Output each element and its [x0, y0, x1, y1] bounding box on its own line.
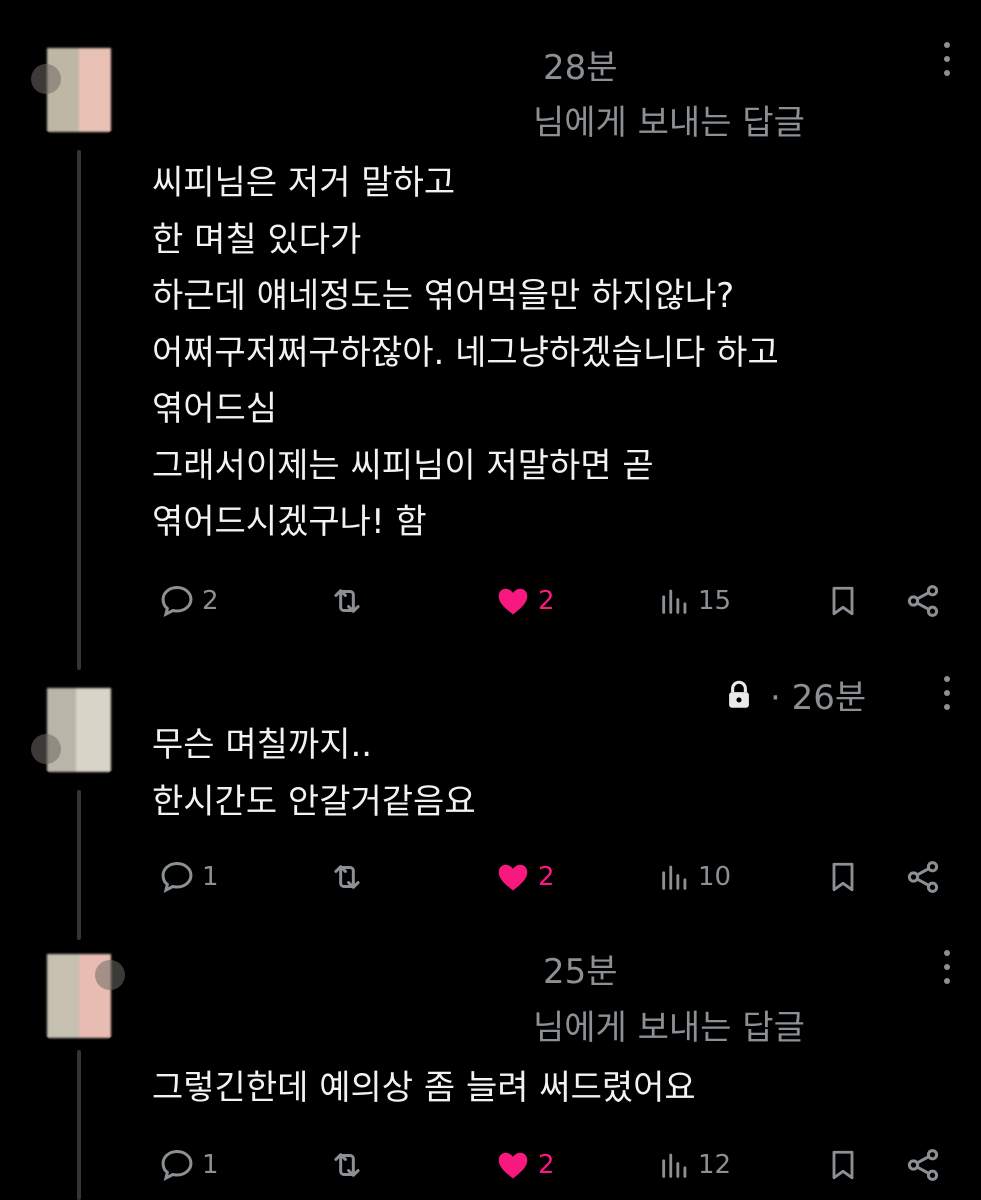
- tweet-meta: · 26분: [722, 670, 866, 719]
- tweet-time[interactable]: 28분: [543, 40, 618, 89]
- bar-chart-icon: [662, 589, 687, 614]
- retweet-button[interactable]: [328, 576, 366, 626]
- text-line: 어쩌구저쩌구하잖아. 네그냥하겠습니다 하고: [152, 332, 779, 373]
- like-button[interactable]: 2: [494, 1140, 555, 1190]
- tweet-text: 무슨 며칠까지.. 한시간도 안갈거같음요: [152, 717, 476, 830]
- view-count: 10: [698, 862, 732, 892]
- retweet-icon: [334, 1153, 360, 1177]
- tweet-actions: 1 2 10: [0, 852, 981, 902]
- heart-icon: [498, 1152, 528, 1179]
- view-count: 15: [698, 586, 732, 616]
- reply-tweet[interactable]: 25분 님에게 보내는 답글 그렇긴한데 예의상 좀 늘려 써드렸어요 1 2 …: [0, 920, 981, 1200]
- avatar[interactable]: [25, 940, 133, 1048]
- views-button[interactable]: 15: [658, 576, 731, 626]
- bookmark-icon: [832, 862, 854, 892]
- tweet-actions: 2 2 15: [0, 576, 981, 626]
- more-vertical-icon[interactable]: [942, 950, 952, 984]
- like-count: 2: [538, 586, 555, 616]
- share-button[interactable]: [904, 1140, 942, 1190]
- bookmark-button[interactable]: [825, 576, 861, 626]
- tweet-time[interactable]: · 26분: [770, 670, 866, 719]
- share-icon: [907, 585, 939, 617]
- bookmark-icon: [832, 1150, 854, 1180]
- avatar[interactable]: [25, 34, 133, 142]
- tweet-time[interactable]: 25분: [543, 944, 618, 993]
- text-line: 한시간도 안갈거같음요: [152, 781, 476, 822]
- view-count: 12: [698, 1150, 732, 1180]
- text-line: 그래서이제는 씨피님이 저말하면 곧: [152, 445, 654, 486]
- bar-chart-icon: [662, 865, 687, 890]
- views-button[interactable]: 10: [658, 852, 731, 902]
- like-count: 2: [538, 1150, 555, 1180]
- bookmark-button[interactable]: [825, 852, 861, 902]
- bookmark-button[interactable]: [825, 1140, 861, 1190]
- reply-button[interactable]: 1: [158, 852, 219, 902]
- retweet-icon: [334, 589, 360, 613]
- heart-icon: [498, 588, 528, 615]
- reply-button[interactable]: 2: [158, 576, 219, 626]
- share-icon: [907, 861, 939, 893]
- more-vertical-icon[interactable]: [942, 42, 952, 76]
- like-button[interactable]: 2: [494, 576, 555, 626]
- text-line: 하근데 얘네정도는 엮어먹을만 하지않나?: [152, 276, 735, 316]
- tweet-text: 그렇긴한데 예의상 좀 늘려 써드렸어요: [152, 1060, 696, 1117]
- bar-chart-icon: [662, 1153, 687, 1178]
- reply-count: 2: [202, 586, 219, 616]
- retweet-button[interactable]: [328, 852, 366, 902]
- text-line: 그렇긴한데 예의상 좀 늘려 써드렸어요: [152, 1068, 696, 1108]
- share-icon: [907, 1149, 939, 1181]
- tweet-actions: 1 2 12: [0, 1140, 981, 1190]
- text-line: 엮어드시겠구나! 함: [152, 502, 427, 542]
- heart-icon: [498, 864, 528, 891]
- share-button[interactable]: [904, 852, 942, 902]
- reply-count: 1: [202, 862, 219, 892]
- reply-button[interactable]: 1: [158, 1140, 219, 1190]
- reply-to-label[interactable]: 님에게 보내는 답글: [533, 95, 805, 144]
- text-line: 씨피님은 저거 말하고: [152, 163, 456, 203]
- speech-bubble-icon: [161, 862, 193, 894]
- share-button[interactable]: [904, 576, 942, 626]
- views-button[interactable]: 12: [658, 1140, 731, 1190]
- text-line: 한 며칠 있다가: [152, 219, 362, 260]
- text-line: 무슨 며칠까지..: [152, 725, 373, 765]
- reply-tweet[interactable]: · 26분 무슨 며칠까지.. 한시간도 안갈거같음요 1 2 10: [0, 650, 981, 940]
- retweet-icon: [334, 865, 360, 889]
- speech-bubble-icon: [161, 1150, 193, 1182]
- bookmark-icon: [832, 586, 854, 616]
- like-count: 2: [538, 862, 555, 892]
- reply-tweet[interactable]: 28분 님에게 보내는 답글 씨피님은 저거 말하고 한 며칠 있다가 하근데 …: [0, 0, 981, 650]
- speech-bubble-icon: [161, 586, 193, 618]
- reply-to-label[interactable]: 님에게 보내는 답글: [533, 1000, 805, 1049]
- more-vertical-icon[interactable]: [942, 676, 952, 710]
- lock-icon: [729, 680, 749, 708]
- avatar[interactable]: [25, 674, 133, 782]
- like-button[interactable]: 2: [494, 852, 555, 902]
- tweet-text: 씨피님은 저거 말하고 한 며칠 있다가 하근데 얘네정도는 엮어먹을만 하지않…: [152, 155, 779, 551]
- reply-count: 1: [202, 1150, 219, 1180]
- text-line: 엮어드심: [152, 389, 278, 429]
- retweet-button[interactable]: [328, 1140, 366, 1190]
